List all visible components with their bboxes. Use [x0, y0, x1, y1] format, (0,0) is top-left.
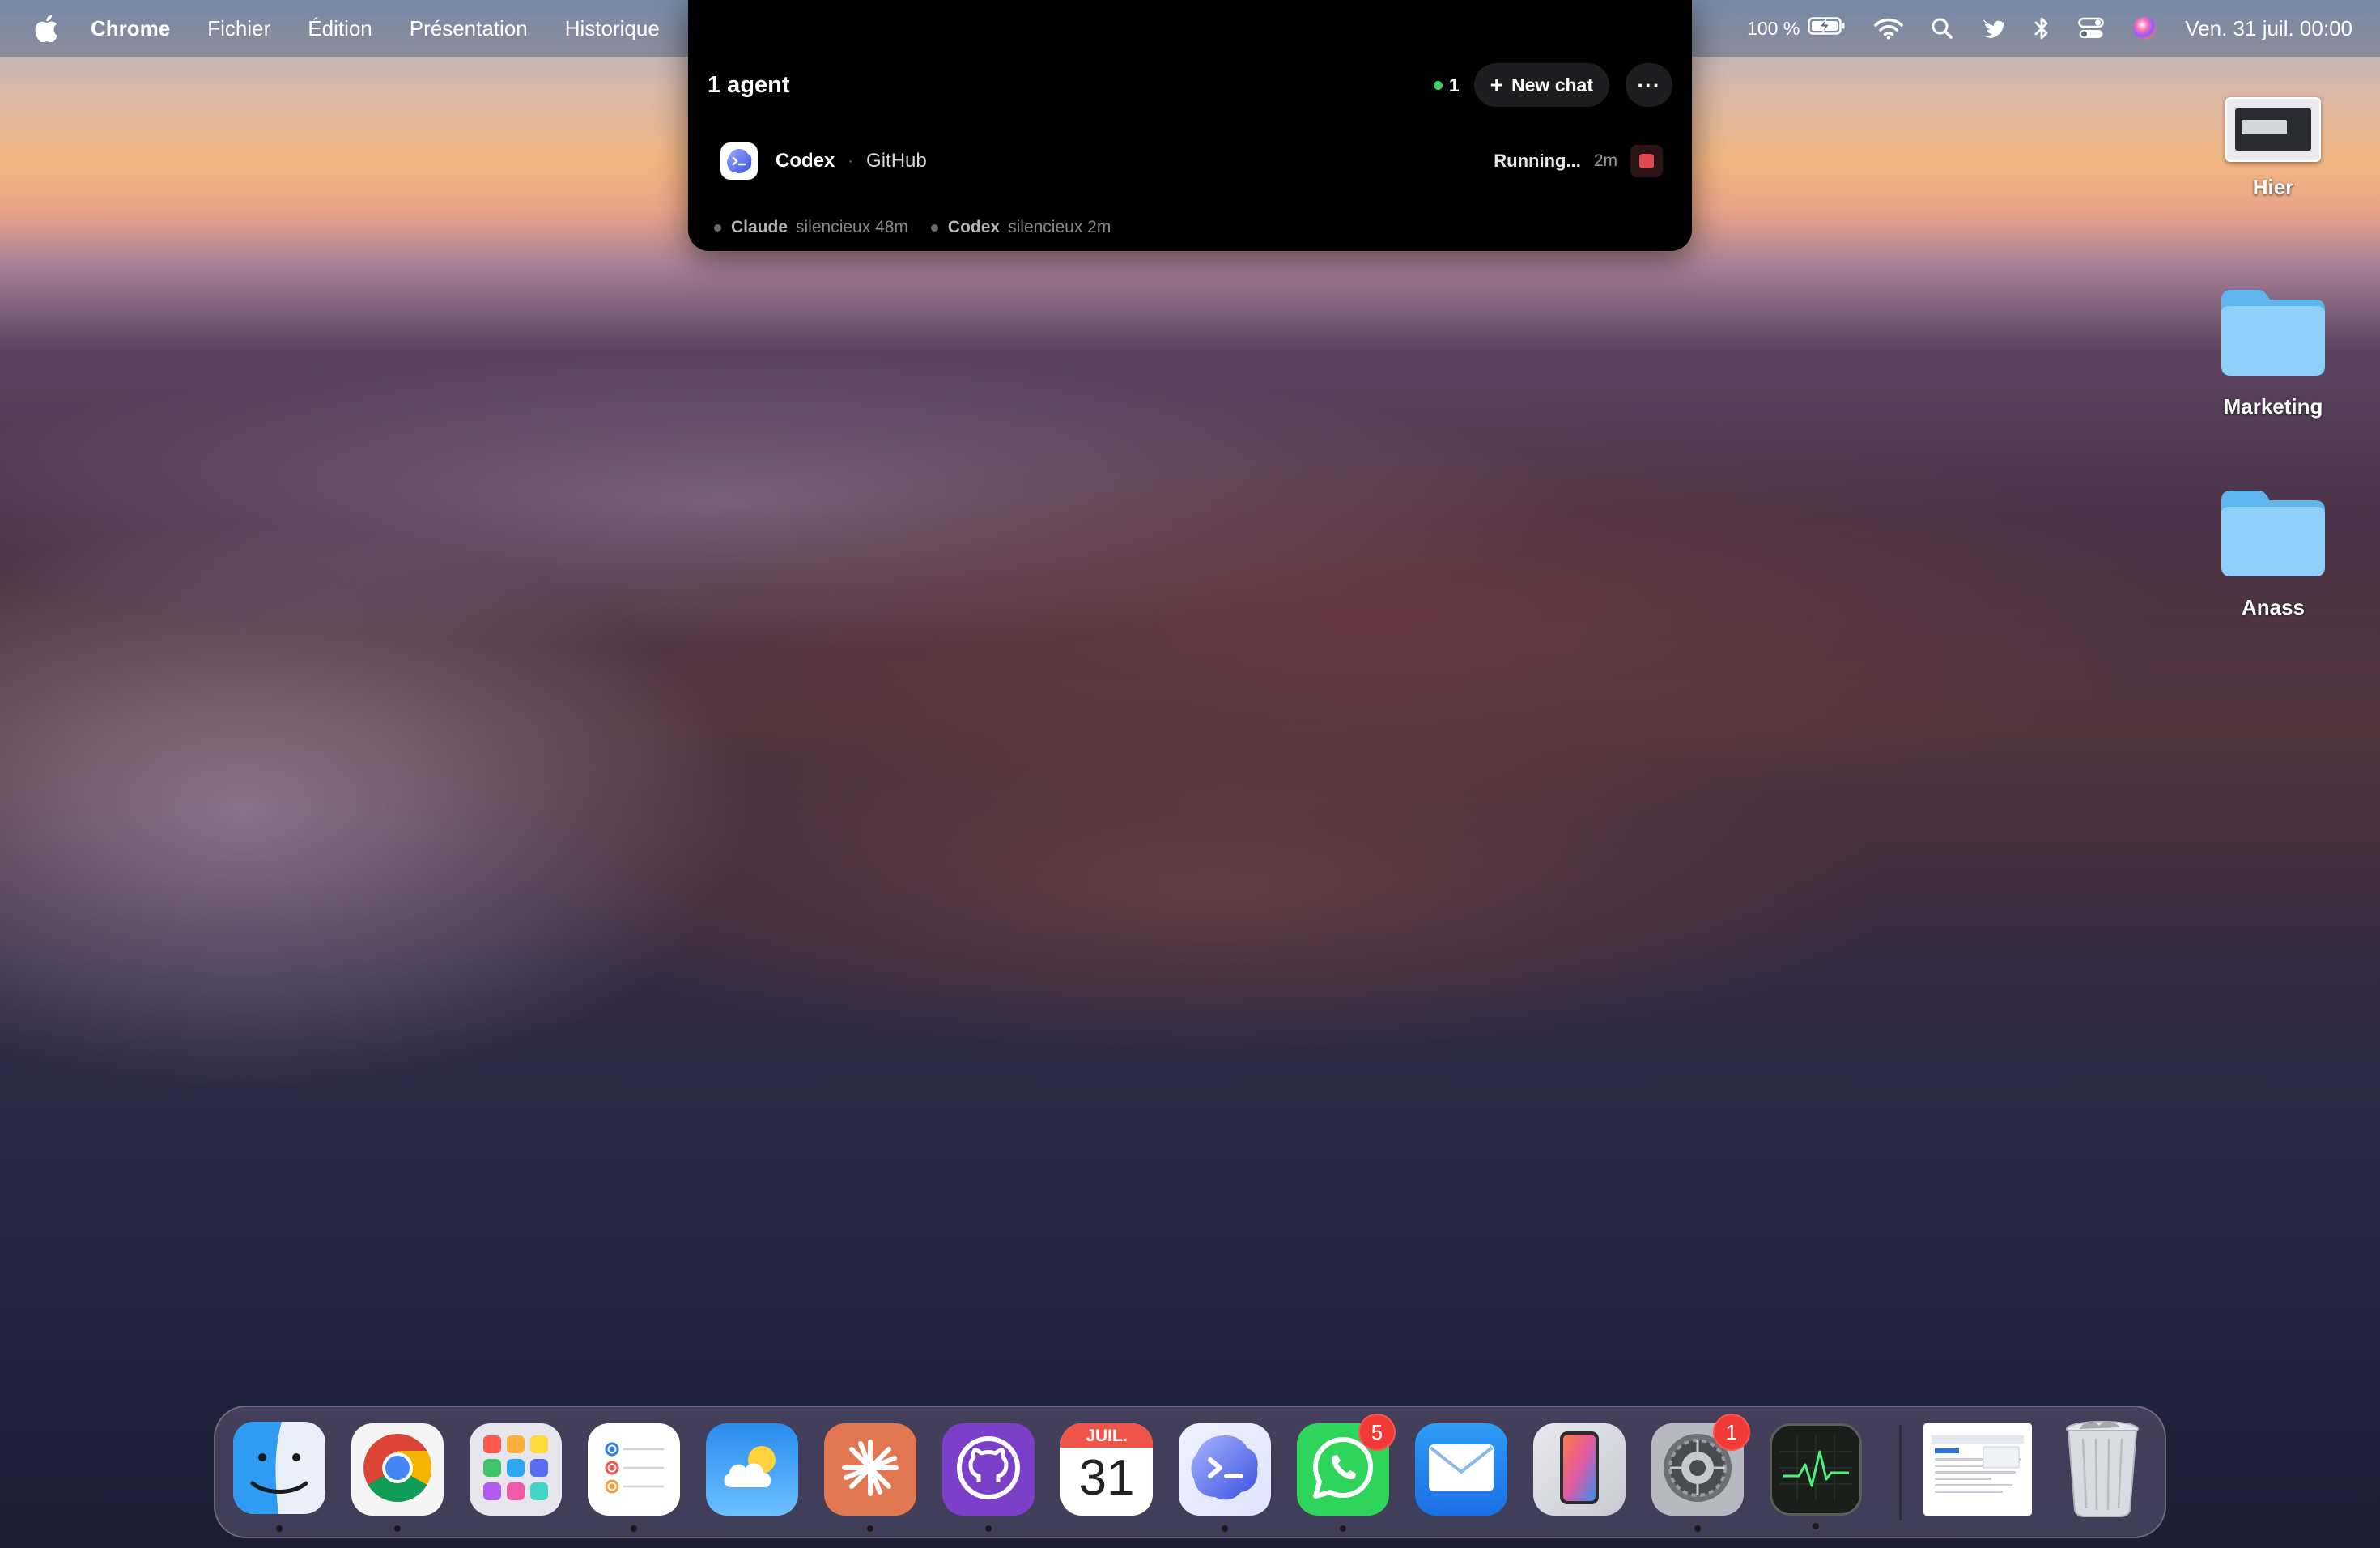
- siri-icon[interactable]: [2131, 15, 2157, 41]
- running-indicator: [1222, 1525, 1228, 1532]
- menu-fichier[interactable]: Fichier: [207, 16, 270, 41]
- stop-agent-button[interactable]: [1630, 145, 1663, 177]
- running-indicator: [276, 1525, 283, 1532]
- running-indicator: [867, 1525, 873, 1532]
- dock-activity-monitor[interactable]: [1770, 1423, 1862, 1529]
- battery-charging-icon: [1808, 16, 1847, 41]
- history-agent-status: silencieux 48m: [796, 218, 908, 236]
- dock-whatsapp[interactable]: 5: [1297, 1414, 1396, 1532]
- agent-name: Codex: [776, 150, 835, 172]
- active-agent-count: 1: [1433, 74, 1460, 96]
- desktop-item-hier[interactable]: Hier: [2192, 97, 2354, 200]
- reminders-icon: [597, 1431, 670, 1508]
- running-indicator: [394, 1525, 401, 1532]
- desktop-item-anass[interactable]: Anass: [2192, 486, 2354, 620]
- new-chat-button[interactable]: + New chat: [1473, 63, 1609, 107]
- dock-github-desktop[interactable]: [942, 1423, 1035, 1532]
- separator-dot: ·: [848, 151, 854, 170]
- dock-launchpad[interactable]: [470, 1423, 562, 1516]
- dock-reminders[interactable]: [588, 1423, 680, 1532]
- agent-source: GitHub: [866, 150, 927, 172]
- github-octocat-icon: [954, 1434, 1022, 1506]
- idle-dot-icon: [930, 223, 938, 232]
- finder-icon: [233, 1421, 325, 1518]
- dock-trash[interactable]: [2056, 1420, 2148, 1517]
- running-indicator: [1340, 1525, 1346, 1532]
- dock-claude[interactable]: [824, 1423, 916, 1532]
- dock-agent-app[interactable]: [1179, 1423, 1271, 1532]
- document-thumbnail-icon: [1927, 1429, 2029, 1511]
- menu-presentation[interactable]: Présentation: [410, 16, 528, 41]
- stop-icon: [1639, 154, 1654, 168]
- folder-icon: [2218, 486, 2328, 582]
- screenshot-thumbnail-icon: [2225, 97, 2321, 162]
- dock-calendar[interactable]: JUIL. 31: [1060, 1423, 1153, 1516]
- desktop-item-label: Anass: [2241, 595, 2306, 619]
- dock-chrome[interactable]: [351, 1423, 444, 1532]
- active-count-value: 1: [1448, 74, 1460, 96]
- menu-app-name[interactable]: Chrome: [91, 16, 170, 41]
- dock-finder[interactable]: [233, 1421, 325, 1532]
- launchpad-grid-icon: [478, 1431, 553, 1509]
- active-dot-icon: [1433, 80, 1443, 90]
- dock-system-settings[interactable]: 1: [1651, 1414, 1750, 1532]
- bluetooth-icon[interactable]: [2033, 16, 2051, 40]
- running-indicator: [985, 1525, 992, 1532]
- running-indicator: [1813, 1523, 1819, 1529]
- calendar-day: 31: [1078, 1450, 1135, 1506]
- battery-status[interactable]: 100 %: [1747, 16, 1847, 41]
- agent-history: Claude silencieux 48m Codex silencieux 2…: [714, 215, 1133, 240]
- dock-mail[interactable]: [1415, 1423, 1507, 1516]
- calendar-month: JUIL.: [1086, 1427, 1128, 1445]
- folder-icon: [2218, 285, 2328, 381]
- ellipsis-icon: ···: [1637, 72, 1661, 97]
- menu-edition[interactable]: Édition: [308, 16, 372, 41]
- desktop-item-marketing[interactable]: Marketing: [2192, 285, 2354, 419]
- bird-icon[interactable]: [1981, 16, 2005, 40]
- history-agent-name: Codex: [947, 218, 1001, 236]
- running-indicator: [1694, 1525, 1701, 1532]
- dock-iphone-mirroring[interactable]: [1533, 1423, 1626, 1516]
- agent-status: Running...: [1494, 151, 1581, 171]
- dock-document-preview[interactable]: [1923, 1423, 2032, 1516]
- whatsapp-notification-badge: 5: [1358, 1414, 1396, 1451]
- search-icon[interactable]: [1931, 17, 1953, 40]
- control-center-icon[interactable]: [2078, 17, 2105, 40]
- plus-icon: +: [1490, 72, 1504, 97]
- agent-panel-title: 1 agent: [708, 71, 790, 98]
- activity-pulse-icon: [1779, 1435, 1852, 1504]
- history-item-claude[interactable]: Claude silencieux 48m: [714, 218, 908, 237]
- chrome-icon: [361, 1431, 434, 1508]
- agent-elapsed-time: 2m: [1593, 151, 1617, 170]
- terminal-cloud-icon: [1186, 1429, 1264, 1511]
- wifi-icon[interactable]: [1874, 17, 1904, 40]
- dock-divider: [1899, 1425, 1902, 1520]
- history-agent-status: silencieux 2m: [1008, 218, 1111, 236]
- dock-weather[interactable]: [706, 1423, 798, 1516]
- mail-envelope-icon: [1426, 1441, 1497, 1499]
- desktop-item-label: Marketing: [2223, 394, 2323, 419]
- more-options-button[interactable]: ···: [1626, 63, 1672, 107]
- iphone-icon: [1555, 1429, 1604, 1511]
- running-indicator: [631, 1525, 637, 1532]
- battery-percent: 100 %: [1747, 17, 1800, 39]
- agent-panel: 1 agent 1 + New chat ··· Codex · GitHub …: [688, 0, 1692, 251]
- history-item-codex[interactable]: Codex silencieux 2m: [930, 218, 1111, 237]
- history-agent-name: Claude: [731, 218, 788, 236]
- menu-historique[interactable]: Historique: [565, 16, 660, 41]
- menu-clock[interactable]: Ven. 31 juil. 00:00: [2185, 16, 2352, 41]
- dock: JUIL. 31 5 1: [214, 1406, 2166, 1538]
- trash-icon: [2062, 1418, 2143, 1522]
- desktop-item-label: Hier: [2252, 175, 2294, 199]
- apple-icon[interactable]: [34, 15, 58, 42]
- codex-agent-icon: [720, 142, 758, 180]
- agent-row-codex[interactable]: Codex · GitHub Running... 2m: [720, 139, 1663, 183]
- weather-cloud-sun-icon: [713, 1429, 791, 1511]
- idle-dot-icon: [714, 223, 721, 232]
- settings-notification-badge: 1: [1713, 1414, 1750, 1451]
- claude-sparkle-icon: [838, 1435, 903, 1504]
- agent-panel-header: 1 agent 1 + New chat ···: [708, 58, 1672, 112]
- new-chat-label: New chat: [1511, 74, 1593, 96]
